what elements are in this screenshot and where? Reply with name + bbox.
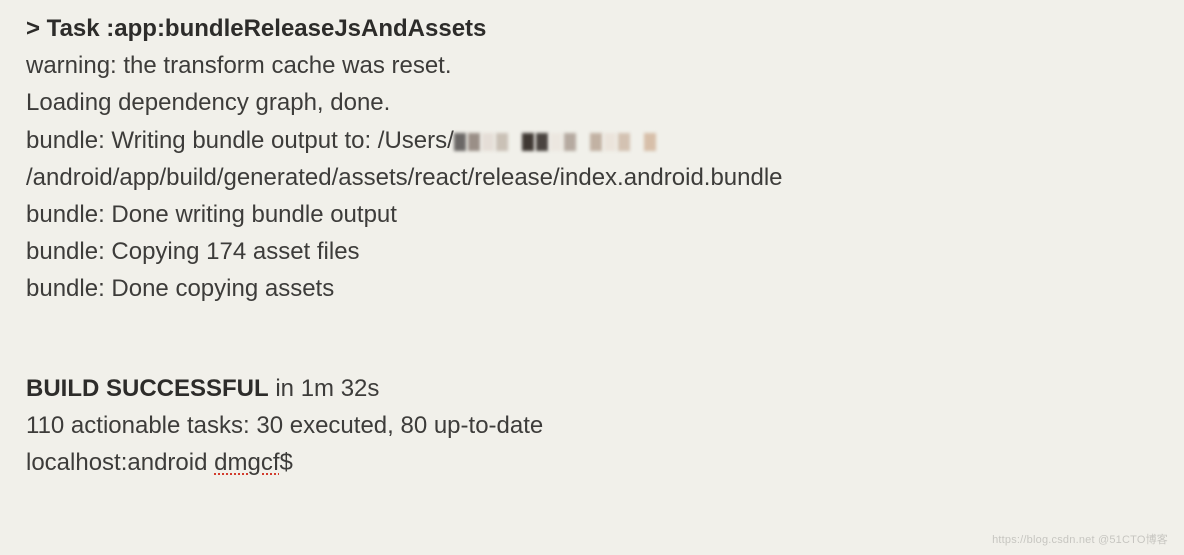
build-status: BUILD SUCCESSFUL xyxy=(26,375,269,402)
blank-gap xyxy=(26,308,1170,370)
log-loading: Loading dependency graph, done. xyxy=(26,84,1170,121)
prompt-sigil: $ xyxy=(279,449,292,476)
task-summary: 110 actionable tasks: 30 executed, 80 up… xyxy=(26,407,1170,444)
task-name: :app:bundleReleaseJsAndAssets xyxy=(106,15,486,42)
prompt-host: localhost:android xyxy=(26,449,214,476)
build-result-line: BUILD SUCCESSFUL in 1m 32s xyxy=(26,370,1170,407)
log-done-copy: bundle: Done copying assets xyxy=(26,270,1170,307)
task-line: > Task :app:bundleReleaseJsAndAssets xyxy=(26,10,1170,47)
log-write-output: bundle: Writing bundle output to: /Users… xyxy=(26,122,1170,196)
watermark-text: https://blog.csdn.net @51CTO博客 xyxy=(992,532,1168,549)
censored-path-segment xyxy=(454,133,658,151)
write-suffix: /android/app/build/generated/assets/reac… xyxy=(26,164,783,191)
log-warning: warning: the transform cache was reset. xyxy=(26,47,1170,84)
shell-prompt: localhost:android dmgcf$ xyxy=(26,444,1170,481)
log-copying: bundle: Copying 174 asset files xyxy=(26,233,1170,270)
write-prefix: bundle: Writing bundle output to: /Users… xyxy=(26,127,454,154)
prompt-user: dmgcf xyxy=(214,449,279,476)
task-prefix: > Task xyxy=(26,15,106,42)
log-done-write: bundle: Done writing bundle output xyxy=(26,196,1170,233)
build-timing: in 1m 32s xyxy=(269,375,380,402)
